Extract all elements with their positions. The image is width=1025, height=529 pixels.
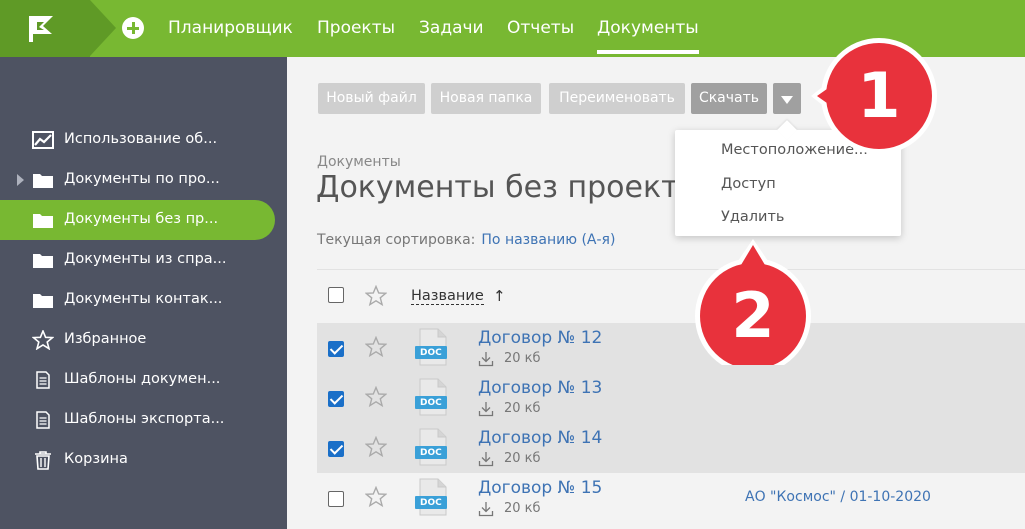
- download-button[interactable]: Скачать: [691, 83, 767, 114]
- doc-file-icon: [415, 328, 447, 366]
- sidebar-item-contact-docs[interactable]: Документы контак...: [0, 280, 287, 320]
- logo-notch: [90, 0, 116, 56]
- page-title: Документы без проекта: [316, 170, 697, 205]
- table-row[interactable]: DOC Договор № 15 20 кб АО "Космос" / 01-…: [317, 473, 1025, 523]
- logo-block[interactable]: [0, 0, 90, 57]
- star-outline-icon[interactable]: [365, 436, 387, 458]
- download-icon[interactable]: [478, 451, 494, 467]
- row-checkbox[interactable]: [328, 391, 344, 407]
- row-checkbox[interactable]: [328, 491, 344, 507]
- doc-file-icon: [415, 378, 447, 416]
- sidebar-item-doc-templates[interactable]: Шаблоны докумен...: [0, 360, 287, 400]
- breadcrumb[interactable]: Документы: [317, 154, 401, 170]
- folder-icon: [33, 214, 53, 228]
- doc-type-label: DOC: [420, 498, 442, 508]
- sidebar-item-label: Шаблоны докумен...: [64, 371, 221, 387]
- table-row[interactable]: DOC Договор № 12 20 кб: [317, 323, 1025, 373]
- sorting-value-link[interactable]: По названию (А-я): [481, 232, 615, 248]
- sidebar-item-usage[interactable]: Использование об...: [0, 120, 287, 160]
- callout-badge-1: 1: [808, 37, 938, 167]
- file-name-link[interactable]: Договор № 15: [478, 478, 602, 498]
- star-outline-icon: [32, 330, 54, 350]
- table-row[interactable]: DOC Договор № 14 20 кб: [317, 423, 1025, 473]
- document-icon: [36, 371, 50, 389]
- doc-type-label: DOC: [420, 448, 442, 458]
- more-actions-dropdown-toggle[interactable]: [773, 83, 801, 114]
- sorting-label: Текущая сортировка:: [317, 232, 476, 248]
- file-size: 20 кб: [504, 501, 541, 516]
- new-folder-button[interactable]: Новая папка: [431, 83, 541, 114]
- select-all-checkbox[interactable]: [328, 287, 344, 303]
- document-icon: [36, 411, 50, 429]
- new-file-button[interactable]: Новый файл: [318, 83, 425, 114]
- sidebar-item-favorites[interactable]: Избранное: [0, 320, 287, 360]
- download-icon[interactable]: [478, 351, 494, 367]
- sidebar: Использование об... Документы по про... …: [0, 57, 287, 529]
- current-sorting: Текущая сортировка: По названию (А-я): [317, 232, 615, 248]
- sidebar-item-label: Документы из спра...: [64, 251, 227, 267]
- star-outline-icon[interactable]: [365, 336, 387, 358]
- sidebar-item-label: Корзина: [64, 451, 128, 467]
- chart-icon: [32, 131, 54, 149]
- doc-type-label: DOC: [420, 348, 442, 358]
- star-outline-icon[interactable]: [365, 285, 387, 307]
- table-row[interactable]: DOC Договор № 13 20 кб: [317, 373, 1025, 423]
- trash-icon: [35, 451, 51, 470]
- sidebar-item-label: Документы без пр...: [64, 211, 219, 227]
- nav-projects[interactable]: Проекты: [317, 17, 395, 39]
- download-icon[interactable]: [478, 501, 494, 517]
- sort-ascending-icon[interactable]: ↑: [493, 287, 506, 305]
- sidebar-item-no-project-docs[interactable]: Документы без пр...: [0, 200, 275, 240]
- create-new-button[interactable]: [122, 17, 144, 39]
- file-size: 20 кб: [504, 401, 541, 416]
- sidebar-item-label: Документы контак...: [64, 291, 223, 307]
- row-checkbox[interactable]: [328, 441, 344, 457]
- sidebar-item-label: Использование об...: [64, 131, 218, 147]
- folder-icon: [33, 294, 53, 308]
- doc-file-icon: [415, 428, 447, 466]
- callout-number: 1: [857, 59, 901, 132]
- folder-icon: [33, 174, 53, 188]
- menu-item-access[interactable]: Доступ: [721, 176, 776, 192]
- column-header-name[interactable]: Название: [411, 288, 484, 305]
- file-size: 20 кб: [504, 451, 541, 466]
- sidebar-item-label: Избранное: [64, 331, 147, 347]
- menu-item-delete[interactable]: Удалить: [721, 209, 784, 225]
- nav-reports[interactable]: Отчеты: [507, 17, 574, 39]
- nav-planner[interactable]: Планировщик: [168, 17, 293, 39]
- project-date-link[interactable]: АО "Космос" / 01-10-2020: [745, 489, 931, 505]
- sidebar-item-label: Документы по про...: [64, 171, 220, 187]
- rename-button[interactable]: Переименовать: [549, 83, 685, 114]
- flag-logo-icon: [29, 16, 53, 42]
- star-outline-icon[interactable]: [365, 486, 387, 508]
- nav-documents[interactable]: Документы: [597, 17, 699, 54]
- doc-type-label: DOC: [420, 398, 442, 408]
- file-name-link[interactable]: Договор № 14: [478, 428, 602, 448]
- row-checkbox[interactable]: [328, 341, 344, 357]
- doc-file-icon: [415, 478, 447, 516]
- star-outline-icon[interactable]: [365, 386, 387, 408]
- sidebar-item-trash[interactable]: Корзина: [0, 440, 287, 480]
- folder-icon: [33, 254, 53, 268]
- callout-badge-2: 2: [686, 235, 816, 374]
- sidebar-item-label: Шаблоны экспорта...: [64, 411, 225, 427]
- sidebar-item-directory-docs[interactable]: Документы из спра...: [0, 240, 287, 280]
- file-name-link[interactable]: Договор № 12: [478, 328, 602, 348]
- callout-number: 2: [731, 279, 775, 352]
- expand-arrow-icon[interactable]: [17, 174, 24, 186]
- file-name-link[interactable]: Договор № 13: [478, 378, 602, 398]
- sidebar-item-export-templates[interactable]: Шаблоны экспорта...: [0, 400, 287, 440]
- sidebar-item-project-docs[interactable]: Документы по про...: [0, 160, 287, 200]
- file-size: 20 кб: [504, 351, 541, 366]
- download-icon[interactable]: [478, 401, 494, 417]
- nav-tasks[interactable]: Задачи: [419, 17, 484, 39]
- table-header: Название ↑: [317, 269, 1025, 321]
